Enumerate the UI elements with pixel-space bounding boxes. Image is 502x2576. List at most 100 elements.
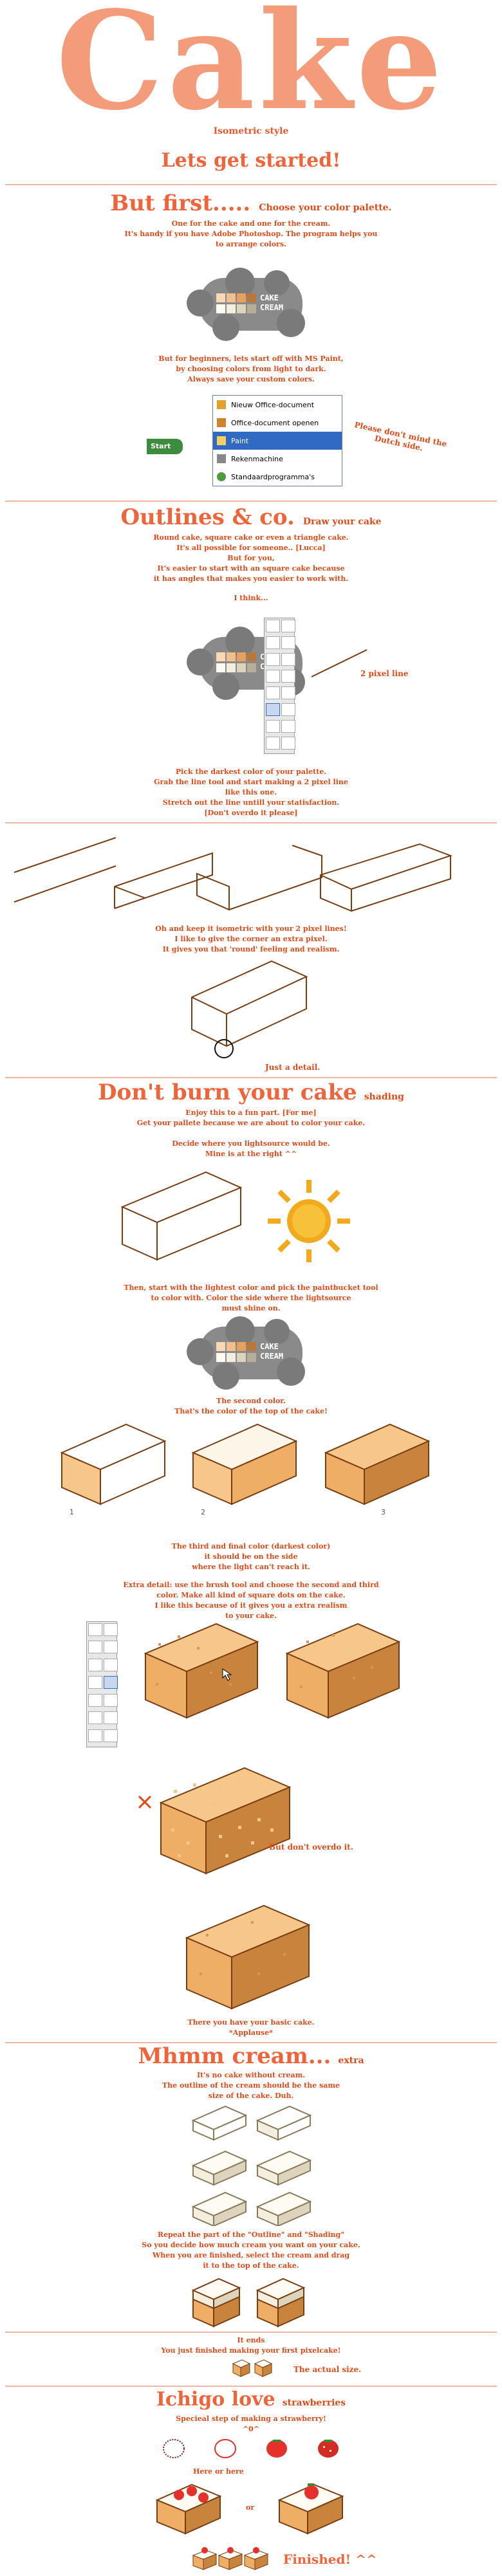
text-line: Extra detail: use the brush tool and cho… — [123, 1581, 379, 1589]
text-line: Enjoy this to a fun part. [For me] — [185, 1109, 317, 1117]
text-tool-icon[interactable] — [281, 686, 295, 699]
text-line: You just finished making your first pixe… — [161, 2346, 341, 2355]
paint-bucket-icon[interactable] — [104, 1641, 118, 1654]
pencil-icon[interactable] — [88, 1676, 102, 1689]
polygon-tool-icon[interactable] — [104, 1729, 118, 1742]
extra-detail-text: Extra detail: use the brush tool and cho… — [71, 1580, 431, 1621]
text-line: *Applause* — [229, 2029, 273, 2037]
rectangle-tool-icon[interactable] — [266, 720, 280, 733]
fill-text: Then, start with the lightest color and … — [0, 1283, 502, 1314]
text-line: Repeat the part of the "Outline" and "Sh… — [157, 2231, 345, 2239]
menu-item[interactable]: Office-document openen — [213, 414, 342, 432]
eraser-icon[interactable] — [88, 1641, 102, 1654]
shading-heading-note: shading — [364, 1092, 404, 1102]
third-color-text: The third and final color (darkest color… — [0, 1541, 502, 1572]
text-line: It's handy if you have Adobe Photoshop. … — [124, 230, 378, 238]
text-line: It's easier to start with an square cake… — [157, 564, 345, 573]
eyedropper-icon[interactable] — [266, 653, 280, 666]
cream-end-text: It ends You just finished making your fi… — [0, 2335, 502, 2356]
airbrush-icon[interactable] — [88, 1693, 102, 1707]
text-line: to your cake. — [225, 1612, 277, 1620]
text-line: Oh and keep it isometric with your 2 pix… — [155, 925, 347, 933]
rect-select-tool-icon[interactable] — [104, 1623, 118, 1636]
cream-heading: Mhmm cream... — [138, 2043, 331, 2069]
palette-heading: But first..... — [110, 190, 251, 216]
text-line: color. Make all kind of square dots on t… — [156, 1591, 346, 1599]
text-line: There you have your basic cake. — [187, 2018, 315, 2027]
curve-tool-icon[interactable] — [104, 1711, 118, 1725]
here-or-here-text: Here or here — [193, 2467, 244, 2476]
magnifier-icon[interactable] — [104, 1658, 118, 1671]
magnifier-icon[interactable] — [281, 653, 295, 666]
text-line: Stretch out the line untill your statisf… — [162, 798, 340, 807]
text-line: The third and final color (darkest color… — [171, 1542, 331, 1550]
palette-label-cream: CREAM — [260, 1352, 284, 1361]
lightsource-image — [120, 1171, 350, 1262]
style-label: Isometric style — [213, 126, 289, 136]
or-text: or — [246, 2503, 255, 2512]
divider — [5, 501, 497, 502]
text-line: It ends — [237, 2336, 265, 2344]
rectangle-tool-icon[interactable] — [88, 1729, 102, 1742]
outline-progression-image — [14, 837, 452, 912]
step-number: 1 — [70, 1508, 74, 1516]
cream-text: It's no cake without cream. The outline … — [0, 2070, 502, 2101]
airbrush-icon[interactable] — [266, 686, 280, 699]
menu-item-paint[interactable]: Paint — [213, 432, 342, 450]
polygon-tool-icon[interactable] — [281, 720, 295, 733]
outlines-heading-note: Draw your cake — [302, 517, 382, 527]
text-line: So you decide how much cream you want on… — [142, 2241, 360, 2249]
intro-heading: Lets get started! — [161, 149, 341, 172]
divider — [5, 1077, 497, 1078]
corner-text: Oh and keep it isometric with your 2 pix… — [0, 924, 502, 955]
text-line: by choosing colors from light to dark. — [176, 365, 326, 373]
divider — [5, 2332, 497, 2333]
palette-text: One for the cake and one for the cream. … — [0, 219, 502, 250]
defaults-icon — [217, 472, 226, 481]
menu-item[interactable]: Rekenmachine — [213, 450, 342, 468]
overdo-note: But don't overdo it. — [269, 1843, 353, 1852]
light-text: Decide where you lightsource would be. M… — [0, 1139, 502, 1159]
text-line: The second color. — [216, 1397, 286, 1405]
text-line: size of the cake. Duh. — [208, 2092, 294, 2100]
text-tool-icon[interactable] — [104, 1693, 118, 1707]
paint-toolbox — [86, 1621, 118, 1747]
menu-item[interactable]: Standaardprogramma's — [213, 468, 342, 486]
cream-cakes-image — [191, 2277, 306, 2328]
strawberry-heading-note: strawberries — [282, 2398, 346, 2408]
palette-after-text: But for beginners, lets start off with M… — [0, 354, 502, 385]
select-tool-icon[interactable] — [88, 1623, 102, 1636]
menu-item[interactable]: Nieuw Office-document — [213, 396, 342, 414]
strawberry-steps-image — [163, 2439, 339, 2458]
start-button[interactable]: Start — [147, 439, 183, 454]
pencil-icon[interactable] — [266, 670, 280, 683]
ellipse-tool-icon[interactable] — [266, 737, 280, 750]
basic-cake-image — [185, 1904, 311, 2010]
select-tool-icon[interactable] — [266, 620, 280, 632]
rect-select-tool-icon[interactable] — [281, 620, 295, 632]
palette-heading-note: Choose your color palette. — [259, 203, 392, 213]
text-line: When you are finished, select the cream … — [152, 2251, 350, 2259]
rounded-rect-tool-icon[interactable] — [281, 737, 295, 750]
brush-icon[interactable] — [281, 670, 295, 683]
page-title: Cake — [55, 0, 447, 140]
outlines-text: Round cake, square cake or even a triang… — [0, 533, 502, 584]
line-tool-icon[interactable] — [266, 703, 280, 716]
calculator-icon — [217, 454, 226, 463]
paint-bucket-icon[interactable] — [281, 636, 295, 649]
text-line: Decide where you lightsource would be. — [172, 1139, 330, 1148]
shading-heading-row: Don't burn your cake shading — [0, 1080, 502, 1105]
cream-repeat-text: Repeat the part of the "Outline" and "Sh… — [0, 2230, 502, 2271]
texture-cakes-image — [144, 1623, 401, 1719]
text-line: Pick the darkest color of your palette. — [175, 768, 327, 776]
shading-heading: Don't burn your cake — [98, 1080, 357, 1105]
step-number: 3 — [381, 1508, 386, 1516]
text-line: to color with. Color the side where the … — [151, 1294, 351, 1302]
line-tool-icon[interactable] — [88, 1711, 102, 1725]
eraser-icon[interactable] — [266, 636, 280, 649]
text-line: But for you, — [227, 554, 275, 562]
eyedropper-icon[interactable] — [88, 1658, 102, 1671]
curve-tool-icon[interactable] — [281, 703, 295, 716]
brush-icon[interactable] — [104, 1676, 118, 1689]
outlines-heading: Outlines & co. — [120, 504, 295, 530]
